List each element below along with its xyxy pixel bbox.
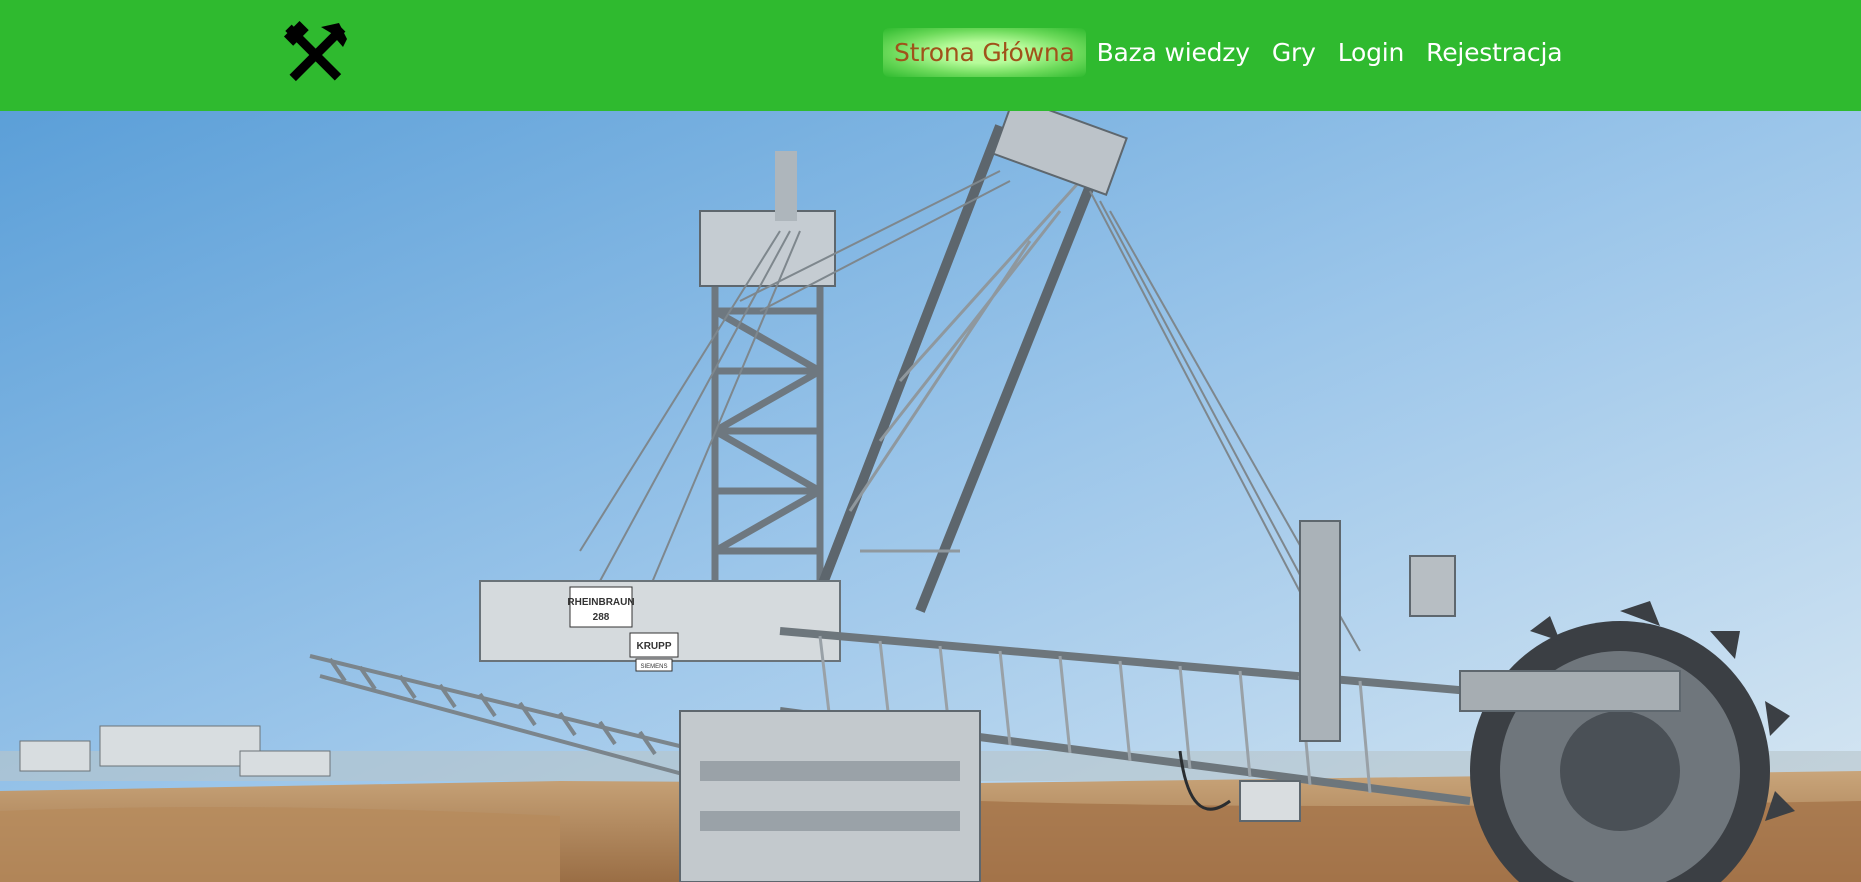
hero-image: RHEINBRAUN 288 KRUPP SIEMENS — [0, 111, 1861, 882]
hammer-and-pick-icon[interactable] — [281, 20, 349, 89]
nav-link-home[interactable]: Strona Główna — [883, 27, 1086, 77]
maker-sign: KRUPP — [636, 641, 671, 652]
main-nav: Strona Główna Baza wiedzy Gry Login Reje… — [883, 0, 1573, 104]
nav-link-register[interactable]: Rejestracja — [1415, 28, 1573, 77]
excavator-number: 288 — [593, 612, 610, 623]
nav-link-knowledge-base[interactable]: Baza wiedzy — [1086, 28, 1261, 77]
nav-link-login[interactable]: Login — [1327, 28, 1415, 77]
nav-link-games[interactable]: Gry — [1261, 28, 1327, 77]
maker-subsign: SIEMENS — [640, 664, 667, 670]
excavator-sign: RHEINBRAUN — [567, 597, 634, 608]
top-navbar: Strona Główna Baza wiedzy Gry Login Reje… — [0, 0, 1861, 111]
